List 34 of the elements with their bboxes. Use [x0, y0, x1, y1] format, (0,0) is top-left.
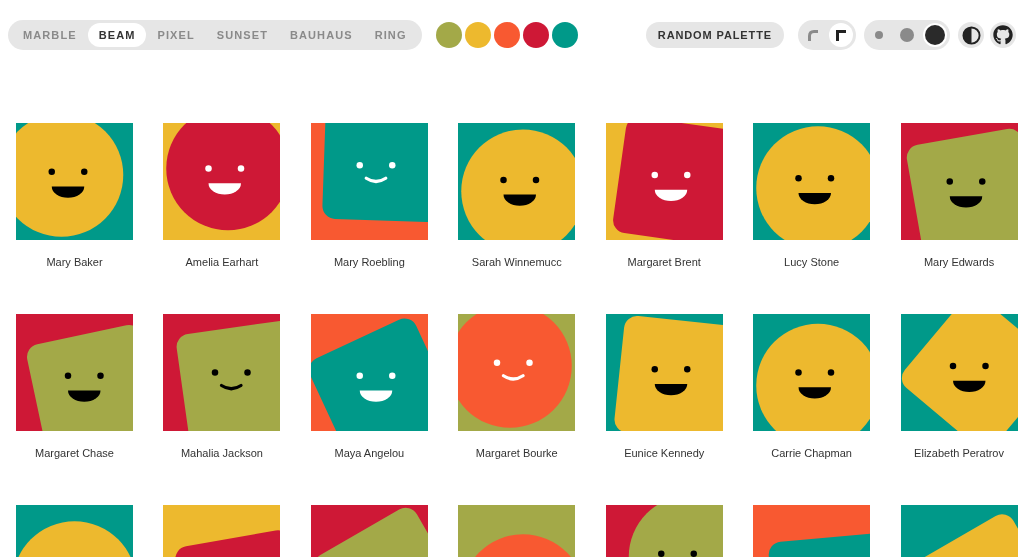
- size-option[interactable]: [923, 23, 947, 47]
- avatar-name: Maya Angelou: [334, 446, 405, 461]
- contrast-button[interactable]: [958, 22, 984, 48]
- avatar-name: Lucy Stone: [784, 255, 840, 270]
- avatar-name: Margaret Bourke: [475, 446, 558, 461]
- avatar-name: Mary Edwards: [923, 255, 995, 270]
- palette-swatch[interactable]: [551, 22, 578, 48]
- variant-tab[interactable]: PIXEL: [146, 23, 206, 47]
- palette-swatch[interactable]: [435, 22, 462, 48]
- square-corner-icon: [835, 29, 847, 41]
- avatar-name: Eunice Kennedy: [624, 446, 705, 461]
- palette-swatch[interactable]: [464, 22, 491, 48]
- avatar-name: Amelia Earhart: [185, 255, 259, 270]
- variant-tab[interactable]: BEAM: [87, 23, 147, 47]
- avatar-name: Margaret Brent: [627, 255, 701, 270]
- avatar-name: Mahalia Jackson: [180, 446, 263, 461]
- variant-tab[interactable]: SUNSET: [205, 23, 279, 47]
- contrast-icon: [961, 25, 981, 45]
- avatar-name: Elizabeth Peratrov: [914, 446, 1004, 461]
- avatar-name: Carrie Chapman: [771, 446, 852, 461]
- palette-swatch[interactable]: [522, 22, 549, 48]
- variant-tab[interactable]: BAUHAUS: [278, 23, 364, 47]
- avatar-name: Mary Baker: [46, 255, 103, 270]
- corner-option[interactable]: [829, 23, 853, 47]
- random-palette-button[interactable]: RANDOM PALETTE: [645, 22, 784, 48]
- palette-swatch[interactable]: [493, 22, 520, 48]
- rounded-corner-icon: [807, 29, 819, 41]
- variant-tab[interactable]: MARBLE: [12, 23, 88, 47]
- avatar-name: Mary Roebling: [333, 255, 405, 270]
- avatar-name: Margaret Chase: [35, 446, 114, 461]
- github-icon: [993, 25, 1013, 45]
- variant-tab[interactable]: RING: [363, 23, 418, 47]
- avatar-name: Sarah Winnemucc: [471, 255, 562, 270]
- github-button[interactable]: [990, 22, 1016, 48]
